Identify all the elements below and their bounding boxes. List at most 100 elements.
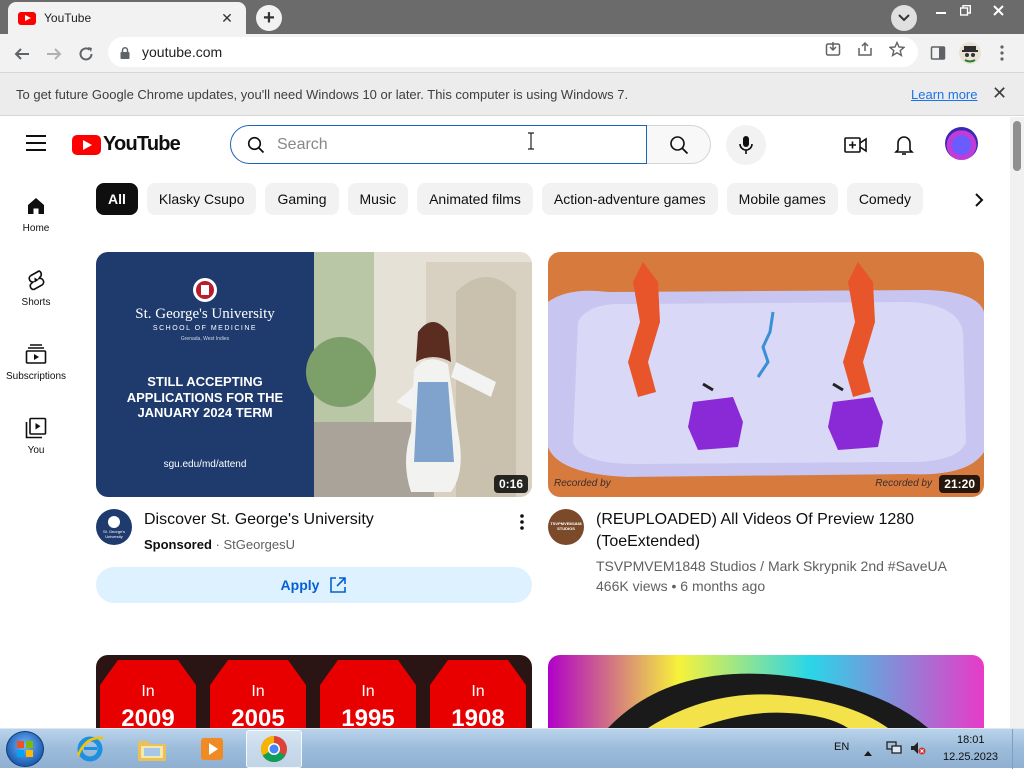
year-value: 1908	[451, 705, 505, 728]
video-duration: 21:20	[939, 475, 980, 493]
ad-university-name: St. George's University	[135, 306, 275, 322]
chip-comedy[interactable]: Comedy	[846, 183, 923, 215]
guide-item-you[interactable]: You	[0, 412, 72, 482]
omnibox-actions	[824, 40, 906, 58]
home-icon	[24, 194, 48, 218]
youtube-favicon-icon	[18, 11, 36, 25]
profile-avatar-icon[interactable]	[958, 41, 982, 65]
video-title-line2: (ToeExtended)	[596, 533, 701, 550]
scrollbar-thumb[interactable]	[1013, 121, 1021, 171]
youtube-masthead: YouTube	[0, 117, 1010, 173]
video-thumbnail[interactable]	[548, 655, 984, 728]
guide-label: Subscriptions	[5, 371, 67, 382]
chevron-down-icon	[898, 14, 910, 22]
input-language[interactable]: EN	[834, 741, 849, 753]
search-button[interactable]	[647, 125, 711, 164]
youtube-play-logo-icon	[72, 134, 101, 155]
video-thumbnail[interactable]: In 2009 In 2005 In 1995 In 1908	[96, 655, 532, 728]
chips-next-button[interactable]	[964, 186, 994, 214]
year-prefix: In	[471, 683, 485, 700]
tab-close-button[interactable]: ✕	[218, 10, 236, 27]
chrome-menu-icon[interactable]	[993, 44, 1011, 62]
windows-logo-icon	[17, 741, 33, 757]
show-hidden-icons-icon[interactable]	[864, 743, 872, 761]
sponsored-label: Sponsored	[144, 537, 212, 552]
internet-explorer-icon	[76, 736, 104, 762]
tab-title: YouTube	[44, 11, 92, 25]
video-thumbnail-ad[interactable]: St. George's University SCHOOL OF MEDICI…	[96, 252, 532, 497]
subscriptions-icon	[24, 342, 48, 366]
share-icon[interactable]	[856, 40, 874, 58]
lock-icon	[120, 46, 130, 59]
search-icon	[669, 135, 688, 154]
account-avatar[interactable]	[945, 127, 978, 160]
show-desktop-button[interactable]	[1012, 729, 1024, 769]
tab-search-button[interactable]	[891, 5, 917, 31]
chip-all[interactable]: All	[96, 183, 138, 215]
new-tab-button[interactable]: +	[256, 5, 282, 31]
channel-name[interactable]: StGeorgesU	[224, 537, 296, 552]
video-more-actions-button[interactable]	[512, 512, 532, 532]
video-thumbnail[interactable]: Recorded by Recorded by 21:20	[548, 252, 984, 497]
ad-school-name: SCHOOL OF MEDICINE	[152, 325, 258, 332]
chip-klasky-csupo[interactable]: Klasky Csupo	[146, 183, 257, 215]
year-value: 2009	[121, 705, 175, 728]
restore-window-button[interactable]	[950, 0, 980, 20]
page-scrollbar[interactable]	[1010, 117, 1024, 728]
url-text: youtube.com	[142, 44, 223, 60]
video-title[interactable]: (REUPLOADED) All Videos Of Preview 1280 …	[596, 509, 914, 553]
notifications-button[interactable]	[890, 131, 918, 159]
taskbar-chrome[interactable]	[246, 730, 302, 768]
arrow-right-icon	[47, 48, 62, 60]
bookmark-star-icon[interactable]	[888, 40, 906, 58]
reload-button[interactable]	[73, 41, 99, 67]
infobar-message: To get future Google Chrome updates, you…	[16, 87, 629, 102]
chip-gaming[interactable]: Gaming	[265, 183, 339, 215]
guide-menu-icon[interactable]	[26, 135, 46, 151]
chip-animated-films[interactable]: Animated films	[417, 183, 533, 215]
browser-tab-strip: YouTube ✕ +	[0, 0, 1024, 34]
search-input[interactable]	[277, 135, 646, 154]
browser-tab[interactable]: YouTube ✕	[8, 2, 246, 34]
taskbar-media-player[interactable]	[184, 730, 240, 768]
ad-headline: STILL ACCEPTING APPLICATIONS FOR THE JAN…	[126, 374, 284, 420]
watermark-right: Recorded by	[875, 478, 932, 489]
learn-more-link[interactable]: Learn more	[911, 87, 977, 102]
network-icon[interactable]	[886, 741, 902, 760]
chip-mobile-games[interactable]: Mobile games	[726, 183, 838, 215]
chevron-right-icon	[975, 193, 984, 207]
create-button[interactable]	[842, 131, 870, 159]
back-button[interactable]	[9, 41, 35, 67]
year-prefix: In	[251, 683, 265, 700]
clock-date[interactable]: 12.25.2023	[943, 751, 998, 763]
bell-icon	[894, 136, 914, 155]
year-prefix: In	[361, 683, 375, 700]
folder-icon	[138, 741, 166, 761]
video-meta: Sponsored · StGeorgesU	[144, 535, 295, 555]
close-window-button[interactable]	[983, 0, 1013, 20]
chip-music[interactable]: Music	[347, 183, 409, 215]
guide-item-shorts[interactable]: Shorts	[0, 264, 72, 334]
address-bar[interactable]: youtube.com	[108, 37, 918, 67]
volume-muted-icon[interactable]	[910, 741, 926, 760]
install-app-icon[interactable]	[824, 40, 842, 58]
channel-avatar[interactable]: St. George's University	[96, 509, 132, 545]
channel-avatar[interactable]: TSVPMVEM1848 STUDIOS	[548, 509, 584, 545]
guide-label: Home	[22, 223, 50, 234]
taskbar-file-explorer[interactable]	[124, 730, 180, 768]
channel-name[interactable]: TSVPMVEM1848 Studios / Mark Skrypnik 2nd…	[596, 556, 947, 576]
guide-item-subscriptions[interactable]: Subscriptions	[0, 338, 72, 408]
guide-item-home[interactable]: Home	[0, 190, 72, 260]
taskbar-internet-explorer[interactable]	[62, 730, 118, 768]
video-title[interactable]: Discover St. George's University	[144, 509, 374, 531]
forward-button[interactable]	[41, 41, 67, 67]
clock-time[interactable]: 18:01	[957, 734, 985, 746]
apply-button[interactable]: Apply	[96, 567, 532, 603]
youtube-logo[interactable]: YouTube	[72, 133, 181, 156]
voice-search-button[interactable]	[726, 125, 766, 165]
chip-action-adventure-games[interactable]: Action-adventure games	[541, 183, 718, 215]
infobar-close-button[interactable]: ✕	[992, 83, 1007, 104]
search-icon	[247, 136, 265, 153]
side-panel-icon[interactable]	[929, 44, 947, 62]
start-button[interactable]	[6, 731, 44, 767]
